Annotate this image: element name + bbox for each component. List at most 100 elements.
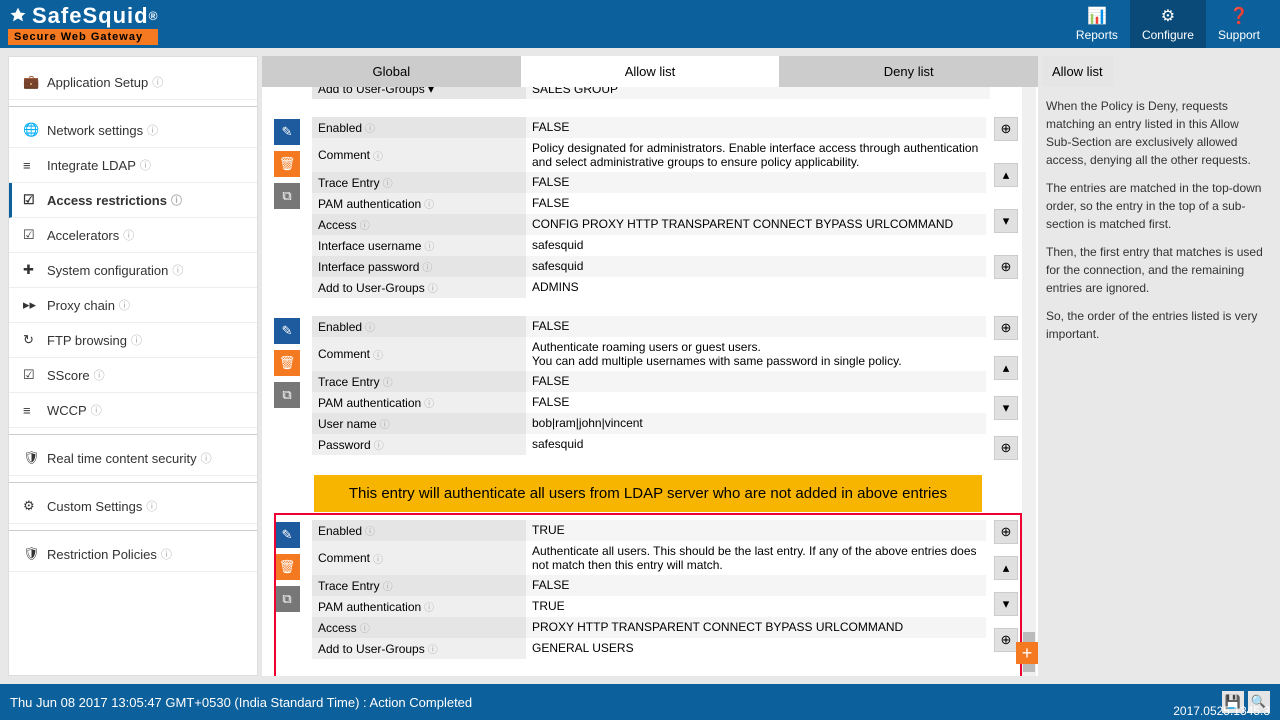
shield-icon: 🛡	[23, 546, 39, 562]
globe-icon: 🌐	[23, 122, 39, 138]
list-icon: ≡	[23, 403, 39, 418]
sidebar-label: Custom Settings	[47, 499, 142, 514]
nav-label: Reports	[1076, 28, 1118, 42]
move-bottom-button[interactable]: ⊕	[994, 255, 1018, 279]
info-icon: ⓘ	[424, 395, 434, 410]
check-icon: ☑	[23, 227, 39, 243]
prop-value: ADMINS	[526, 277, 986, 298]
sidebar-label: Real time content security	[47, 451, 197, 466]
sidebar-item-ldap[interactable]: ≡Integrate LDAPⓘ	[9, 148, 257, 183]
prop-value: safesquid	[526, 434, 986, 455]
info-icon: ⓘ	[201, 450, 212, 466]
tab-global[interactable]: Global	[262, 56, 521, 87]
chart-icon: 📊	[1087, 6, 1107, 26]
sidebar-item-wccp[interactable]: ≡ WCCP ⓘ	[9, 393, 257, 428]
help-text: So, the order of the entries listed is v…	[1046, 307, 1264, 343]
highlight-annotation	[274, 513, 1022, 676]
prop-label: PAM authentication	[318, 396, 421, 410]
sidebar-item-accelerators[interactable]: ☑Acceleratorsⓘ	[9, 218, 257, 253]
sliders-icon: ⚙	[23, 498, 39, 514]
sidebar-item-network[interactable]: 🌐 Network settings ⓘ	[9, 113, 257, 148]
move-top-button[interactable]: ⊕	[994, 117, 1018, 141]
prop-label: Comment	[318, 347, 370, 361]
prop-label: Access	[318, 218, 357, 232]
info-icon: ⓘ	[147, 122, 158, 138]
edit-button[interactable]: ✎	[274, 318, 300, 344]
copy-button[interactable]: ⧉	[274, 382, 300, 408]
edit-button[interactable]: ✎	[274, 119, 300, 145]
header: SafeSquid® Secure Web Gateway 📊 Reports …	[0, 0, 1280, 48]
delete-button[interactable]: 🗑	[274, 350, 300, 376]
prop-label: Interface username	[318, 239, 421, 253]
forward-icon: ▸▸	[23, 297, 39, 313]
sidebar-item-realtime[interactable]: 🛡 Real time content security ⓘ	[9, 441, 257, 476]
prop-label: Interface password	[318, 260, 419, 274]
info-icon: ⓘ	[373, 347, 383, 362]
help-title: Allow list	[1042, 56, 1113, 87]
nav-reports[interactable]: 📊 Reports	[1064, 0, 1130, 48]
sidebar-item-system[interactable]: ✚System configurationⓘ	[9, 253, 257, 288]
sidebar-label: Access restrictions	[47, 193, 167, 208]
move-down-button[interactable]: ▾	[994, 209, 1018, 233]
help-icon: ❓	[1229, 6, 1249, 26]
info-icon: ⓘ	[119, 297, 130, 313]
footer: Thu Jun 08 2017 13:05:47 GMT+0530 (India…	[0, 684, 1280, 720]
tab-deny-list[interactable]: Deny list	[779, 56, 1038, 87]
logo[interactable]: SafeSquid® Secure Web Gateway	[8, 3, 158, 45]
sidebar-label: WCCP	[47, 403, 87, 418]
info-icon: ⓘ	[422, 259, 432, 274]
prop-label: PAM authentication	[318, 197, 421, 211]
sidebar-item-sscore[interactable]: ☑SScoreⓘ	[9, 358, 257, 393]
nav-support[interactable]: ❓ Support	[1206, 0, 1272, 48]
nav-configure[interactable]: ⚙ Configure	[1130, 0, 1206, 48]
status-text: Thu Jun 08 2017 13:05:47 GMT+0530 (India…	[10, 695, 472, 710]
move-bottom-button[interactable]: ⊕	[994, 436, 1018, 460]
sidebar-label: Network settings	[47, 123, 143, 138]
sidebar-item-restriction[interactable]: 🛡Restriction Policiesⓘ	[9, 537, 257, 572]
info-icon: ⓘ	[360, 217, 370, 232]
delete-button[interactable]: 🗑	[274, 151, 300, 177]
plus-icon: ✚	[23, 262, 39, 278]
move-up-button[interactable]: ▴	[994, 356, 1018, 380]
info-icon: ⓘ	[424, 238, 434, 253]
info-icon: ⓘ	[365, 319, 375, 334]
refresh-icon: ↻	[23, 332, 39, 348]
tab-allow-list[interactable]: Allow list	[521, 56, 780, 87]
help-text: Then, the first entry that matches is us…	[1046, 243, 1264, 297]
nav-label: Support	[1218, 28, 1260, 42]
logo-icon	[8, 6, 28, 26]
sidebar: 💼Application Setupⓘ 🌐 Network settings ⓘ ≡…	[8, 56, 258, 676]
prop-label: Trace Entry	[318, 176, 380, 190]
info-icon: ⓘ	[91, 402, 102, 418]
sidebar-label: Proxy chain	[47, 298, 115, 313]
prop-label: Trace Entry	[318, 375, 380, 389]
sidebar-item-proxy-chain[interactable]: ▸▸ Proxy chain ⓘ	[9, 288, 257, 323]
sidebar-item-application-setup[interactable]: 💼Application Setupⓘ	[9, 65, 257, 100]
prop-value: FALSE	[526, 172, 986, 193]
copy-button[interactable]: ⧉	[274, 183, 300, 209]
info-icon: ⓘ	[424, 196, 434, 211]
sidebar-item-access-restrictions[interactable]: ☑Access restrictionsⓘ	[9, 183, 257, 218]
info-icon: ⓘ	[94, 367, 105, 383]
info-icon: ⓘ	[380, 416, 390, 431]
entries-scroll: Add to User-Groups ▾ SALES GROUP ✎ 🗑 ⧉ E…	[262, 87, 1038, 676]
prop-label: Enabled	[318, 121, 362, 135]
move-up-button[interactable]: ▴	[994, 163, 1018, 187]
info-icon: ⓘ	[172, 262, 183, 278]
prop-value: Policy designated for administrators. En…	[526, 138, 986, 172]
prop-value: FALSE	[526, 193, 986, 214]
sidebar-item-custom[interactable]: ⚙Custom Settingsⓘ	[9, 489, 257, 524]
sidebar-item-ftp[interactable]: ↻FTP browsingⓘ	[9, 323, 257, 358]
prop-label: Password	[318, 438, 371, 452]
move-down-button[interactable]: ▾	[994, 396, 1018, 420]
add-entry-button[interactable]: +	[1016, 642, 1038, 664]
info-icon: ⓘ	[373, 148, 383, 163]
check-icon: ☑	[23, 192, 39, 208]
help-text: When the Policy is Deny, requests matchi…	[1046, 97, 1264, 169]
shield-icon: 🛡	[23, 450, 39, 466]
prop-value: safesquid	[526, 256, 986, 277]
scrollbar[interactable]	[1022, 87, 1036, 676]
move-top-button[interactable]: ⊕	[994, 316, 1018, 340]
prop-value: bob|ram|john|vincent	[526, 413, 986, 434]
annotation-callout: This entry will authenticate all users f…	[314, 475, 982, 512]
